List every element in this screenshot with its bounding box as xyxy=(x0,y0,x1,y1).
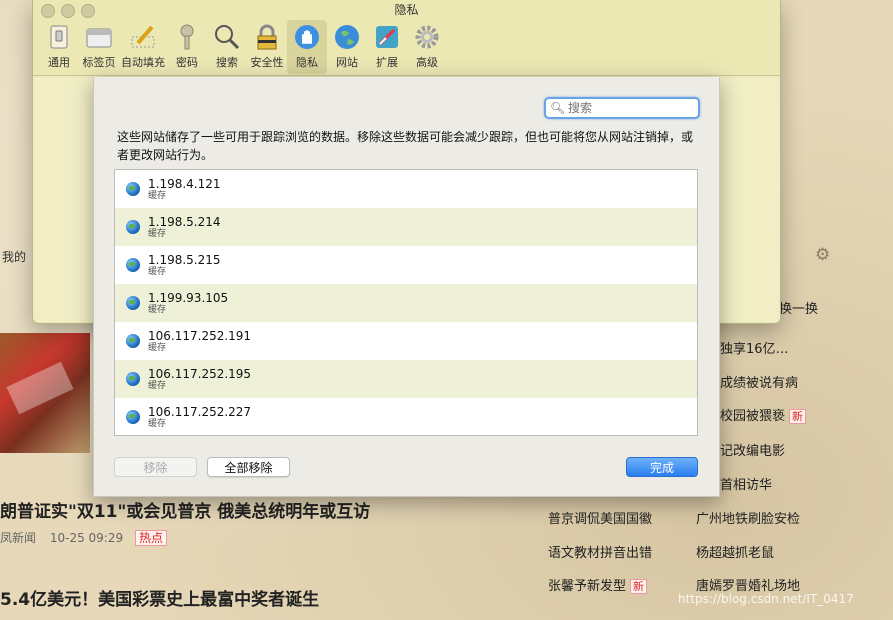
globe-icon xyxy=(126,410,140,424)
remove-all-button[interactable]: 全部移除 xyxy=(207,457,290,477)
globe-icon xyxy=(126,258,140,272)
hot-search-item[interactable]: 广州地铁刷脸安检 xyxy=(696,508,800,527)
news-time: 10-25 09:29 xyxy=(49,531,124,545)
website-name: 106.117.252.227 xyxy=(148,404,252,419)
data-kind: 缓存 xyxy=(148,266,167,277)
globe-icon xyxy=(126,220,140,234)
news-headline-1[interactable]: 朗普证实"双11"或会见普京 俄美总统明年或互访 xyxy=(0,497,370,522)
website-name: 1.198.5.214 xyxy=(148,214,221,229)
window-title: 隐私 xyxy=(394,3,419,17)
website-row[interactable]: 106.117.252.191 缓存 xyxy=(115,322,697,360)
tab-autofill[interactable]: 自动填充 xyxy=(119,20,167,74)
hot-list-item[interactable]: 子校园被猥亵新 xyxy=(707,405,807,424)
hand-icon xyxy=(293,23,321,51)
settings-gear-icon[interactable]: ⚙ xyxy=(815,246,833,264)
search-field[interactable]: 🔍︎ xyxy=(544,97,700,119)
data-kind: 缓存 xyxy=(148,418,167,429)
news-source: 凤新闻 xyxy=(0,531,37,545)
news-meta-1: 凤新闻 10-25 09:29 热点 xyxy=(0,529,167,546)
tab-privacy[interactable]: 隐私 xyxy=(287,20,327,74)
search-input[interactable] xyxy=(566,100,690,116)
tab-security[interactable]: 安全性 xyxy=(247,20,287,74)
data-kind: 缓存 xyxy=(148,228,167,239)
globe-icon xyxy=(333,23,361,51)
tab-websites[interactable]: 网站 xyxy=(327,20,367,74)
magnifier-icon xyxy=(213,23,241,51)
bg-left-text: 我的 xyxy=(2,250,27,264)
website-row[interactable]: 1.198.4.121 缓存 xyxy=(115,170,697,208)
website-list[interactable]: 1.198.4.121 缓存 1.198.5.214 缓存 1.198.5.215 缓… xyxy=(114,169,698,436)
tabs-icon xyxy=(85,23,113,51)
website-row[interactable]: 106.117.252.227 缓存 xyxy=(115,398,697,435)
globe-icon xyxy=(126,372,140,386)
website-name: 106.117.252.191 xyxy=(148,328,252,343)
puzzle-icon xyxy=(373,23,401,51)
new-badge: 新 xyxy=(630,579,648,594)
hot-search-item[interactable]: 张馨予新发型新 xyxy=(548,575,648,594)
hot-search-item[interactable]: 普京调侃美国国徽 xyxy=(548,508,652,527)
website-name: 1.199.93.105 xyxy=(148,290,229,305)
gear-icon xyxy=(413,23,441,51)
hot-search-item[interactable]: 杨超越抓老鼠 xyxy=(696,542,774,561)
hot-search-item[interactable]: 语文教材拼音出错 xyxy=(548,542,652,561)
search-icon: 🔍︎ xyxy=(550,101,566,115)
tab-extensions[interactable]: 扩展 xyxy=(367,20,407,74)
website-row[interactable]: 1.198.5.215 缓存 xyxy=(115,246,697,284)
tab-search[interactable]: 搜索 xyxy=(207,20,247,74)
new-badge: 新 xyxy=(789,409,807,424)
website-name: 1.198.5.215 xyxy=(148,252,221,267)
news-headline-2[interactable]: 5.4亿美元！美国彩票史上最富中奖者诞生 xyxy=(0,585,319,610)
close-window-button[interactable] xyxy=(41,4,55,18)
zoom-window-button[interactable] xyxy=(81,4,95,18)
pencil-icon xyxy=(129,23,157,51)
website-data-sheet: 🔍︎ 这些网站储存了一些可用于跟踪浏览的数据。移除这些数据可能会减少跟踪，但也可… xyxy=(93,77,720,497)
tab-passwords[interactable]: 密码 xyxy=(167,20,207,74)
hot-list-item[interactable]: 可成绩被说有病 xyxy=(707,372,798,391)
data-kind: 缓存 xyxy=(148,190,167,201)
data-kind: 缓存 xyxy=(148,380,167,391)
website-row[interactable]: 106.117.252.195 缓存 xyxy=(115,360,697,398)
globe-icon xyxy=(126,182,140,196)
remove-button[interactable]: 移除 xyxy=(114,457,197,477)
padlock-icon xyxy=(253,23,281,51)
sheet-description: 这些网站储存了一些可用于跟踪浏览的数据。移除这些数据可能会减少跟踪，但也可能将您… xyxy=(117,130,694,162)
website-name: 1.198.4.121 xyxy=(148,176,221,191)
refresh-link[interactable]: 换一换 xyxy=(779,298,818,317)
tab-advanced[interactable]: 高级 xyxy=(407,20,447,74)
done-button[interactable]: 完成 xyxy=(626,457,698,477)
data-kind: 缓存 xyxy=(148,342,167,353)
website-row[interactable]: 1.199.93.105 缓存 xyxy=(115,284,697,322)
website-row[interactable]: 1.198.5.214 缓存 xyxy=(115,208,697,246)
watermark: https://blog.csdn.net/IT_0417 xyxy=(678,592,854,606)
tab-tabs[interactable]: 标签页 xyxy=(79,20,119,74)
globe-icon xyxy=(126,296,140,310)
key-icon xyxy=(173,23,201,51)
preferences-toolbar: 通用 标签页 自动填充 密码 搜索 安全性 隐私 网站 扩展 高级 xyxy=(33,20,780,76)
tab-general[interactable]: 通用 xyxy=(39,20,79,74)
data-kind: 缓存 xyxy=(148,304,167,315)
website-name: 106.117.252.195 xyxy=(148,366,252,381)
switch-icon xyxy=(45,23,73,51)
globe-icon xyxy=(126,334,140,348)
minimize-window-button[interactable] xyxy=(61,4,75,18)
hot-badge: 热点 xyxy=(134,530,167,546)
news-photo[interactable] xyxy=(0,333,90,453)
